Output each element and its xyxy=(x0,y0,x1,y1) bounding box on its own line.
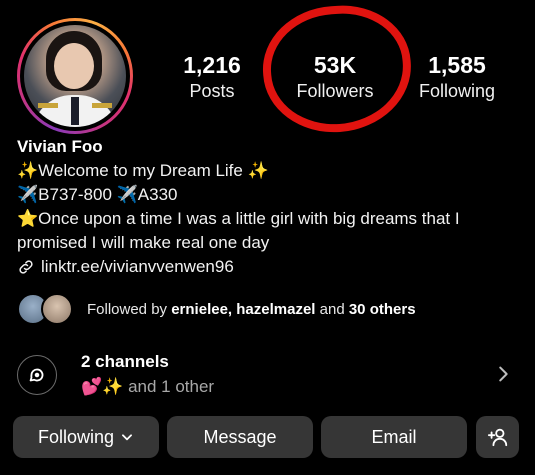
bio-link[interactable]: linktr.ee/vivianvvenwen96 xyxy=(17,255,527,279)
link-icon xyxy=(19,260,33,274)
profile-avatar[interactable] xyxy=(17,18,133,134)
channels-text: 2 channels 💕✨ and 1 other xyxy=(81,350,214,400)
channels-icon xyxy=(17,355,57,395)
following-label: Following xyxy=(418,81,496,101)
channels-title: 2 channels xyxy=(81,352,169,371)
following-stat[interactable]: 1,585 Following xyxy=(402,52,512,104)
profile-bio: Vivian Foo ✨Welcome to my Dream Life ✨ ✈… xyxy=(17,135,527,279)
add-person-icon xyxy=(487,428,507,447)
followed-by-text: Followed by ernielee, hazelmazel and 30 … xyxy=(87,300,416,318)
avatar-photo xyxy=(24,25,126,127)
channels-row[interactable]: 2 channels 💕✨ and 1 other xyxy=(17,347,522,403)
bio-line-1: ✨Welcome to my Dream Life ✨ xyxy=(17,161,269,180)
red-circle-annotation xyxy=(258,0,416,138)
posts-count: 1,216 xyxy=(183,52,241,78)
mutual-avatar xyxy=(41,293,73,325)
avatar-gap xyxy=(20,21,130,131)
following-button[interactable]: Following xyxy=(13,416,159,458)
bio-line-2: ✈️B737-800 ✈️A330 xyxy=(17,185,178,204)
channels-subtitle: 💕✨ and 1 other xyxy=(81,377,215,396)
mutual-avatars xyxy=(17,292,77,326)
email-button-label: Email xyxy=(371,426,417,447)
message-button-label: Message xyxy=(203,426,277,447)
posts-label: Posts xyxy=(189,81,235,101)
profile-name: Vivian Foo xyxy=(17,137,103,156)
bio-line-3: ⭐Once upon a time I was a little girl wi… xyxy=(17,209,460,252)
following-count: 1,585 xyxy=(428,52,486,78)
chevron-right-icon xyxy=(499,366,508,382)
followed-by-row[interactable]: Followed by ernielee, hazelmazel and 30 … xyxy=(17,292,416,326)
message-button[interactable]: Message xyxy=(167,416,313,458)
bio-link-text[interactable]: linktr.ee/vivianvvenwen96 xyxy=(41,255,234,279)
email-button[interactable]: Email xyxy=(321,416,467,458)
posts-stat[interactable]: 1,216 Posts xyxy=(157,52,267,104)
suggest-people-button[interactable] xyxy=(476,416,519,458)
following-button-label: Following xyxy=(37,426,115,447)
chevron-down-icon xyxy=(122,434,132,441)
